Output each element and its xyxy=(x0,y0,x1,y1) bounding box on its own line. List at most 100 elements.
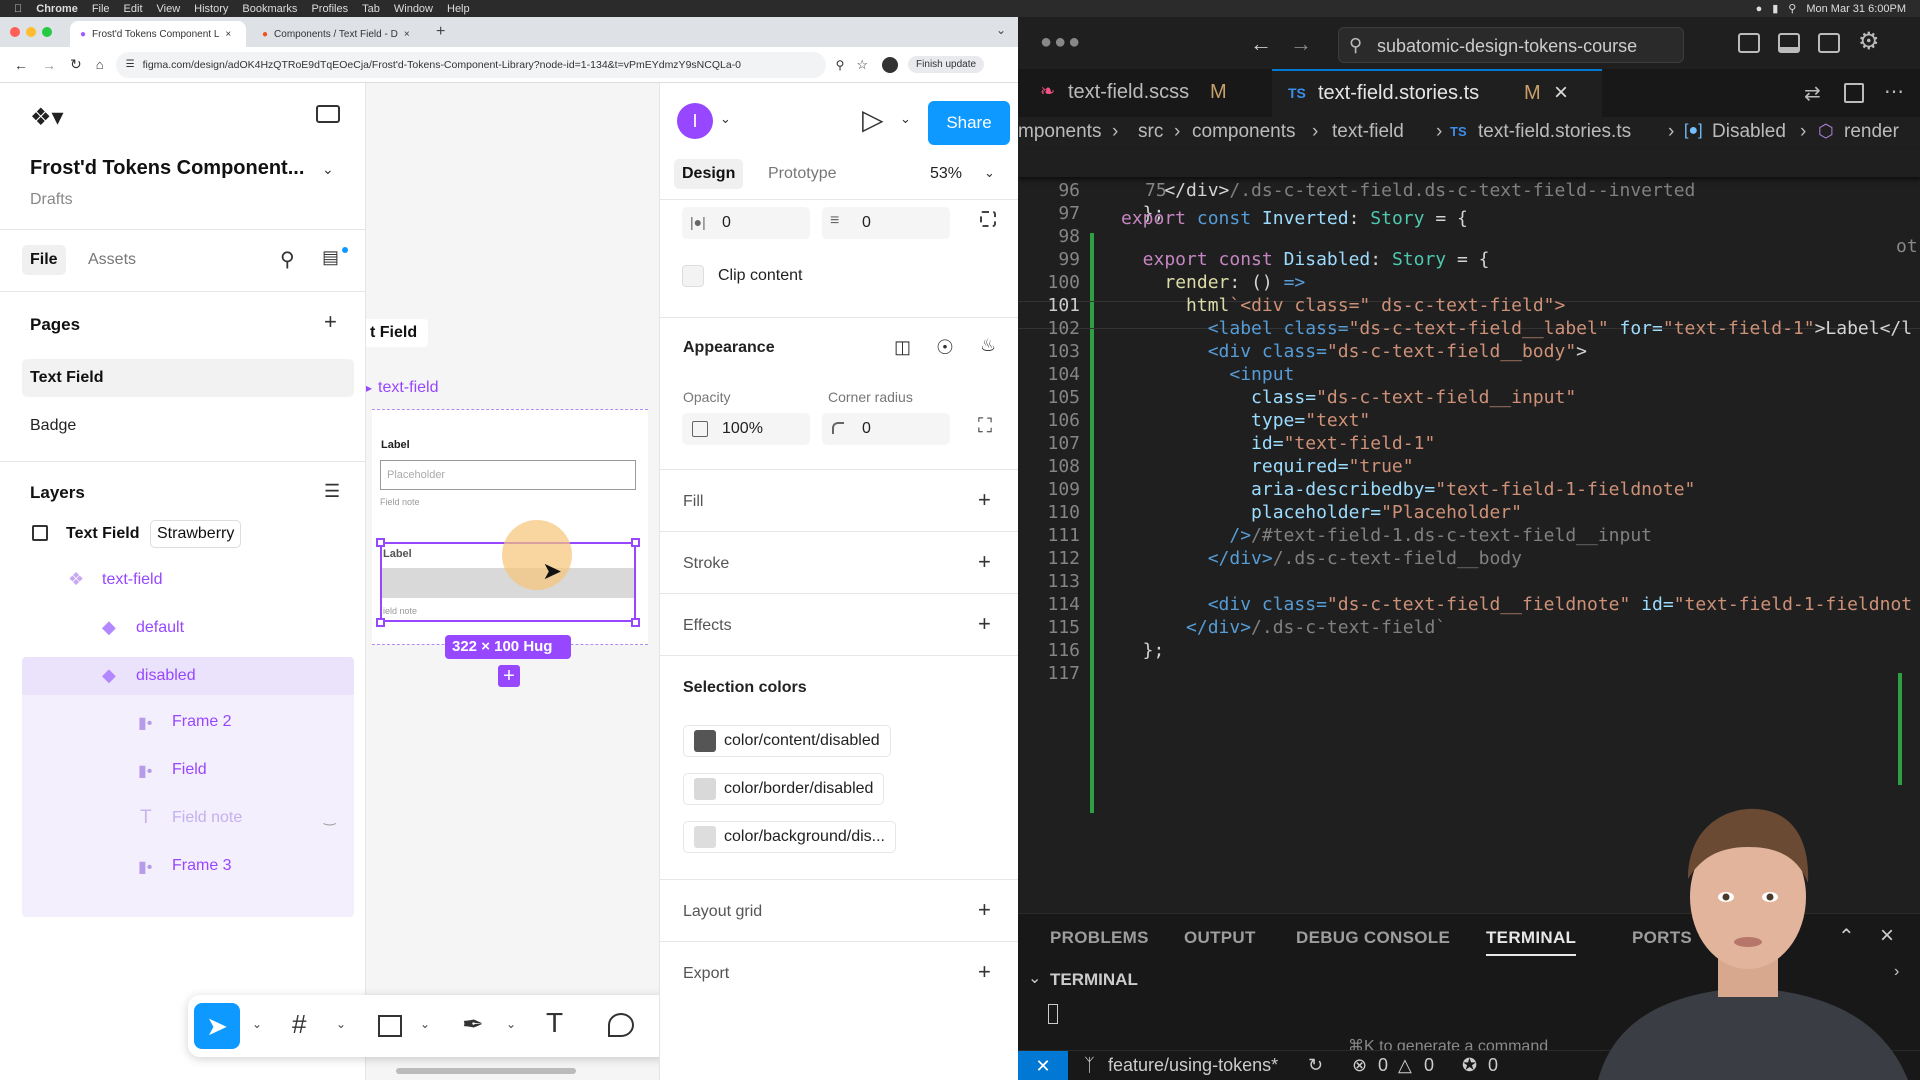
panel-tab-output[interactable]: OUTPUT xyxy=(1184,928,1256,948)
warning-count[interactable]: 0 xyxy=(1424,1055,1434,1076)
independent-corners-icon[interactable]: ⛶ xyxy=(978,415,992,438)
selection-color-border-disabled[interactable]: color/border/disabled xyxy=(683,773,885,805)
close-window-button[interactable] xyxy=(10,27,20,37)
breadcrumb-item[interactable]: render xyxy=(1844,121,1899,143)
drafts-label[interactable]: Drafts xyxy=(30,191,73,209)
tab-search-icon[interactable]: ⌄ xyxy=(996,23,1006,37)
user-avatar[interactable]: I xyxy=(677,103,713,139)
page-item-text-field[interactable]: Text Field xyxy=(22,359,354,397)
layer-component-set[interactable]: ❖ text-field xyxy=(22,561,354,601)
resize-handle[interactable] xyxy=(631,538,640,547)
present-chevron-icon[interactable]: ⌄ xyxy=(900,111,911,127)
toggle-sidebar-icon[interactable] xyxy=(316,105,340,123)
toggle-primary-sidebar-icon[interactable] xyxy=(1738,33,1760,53)
panel-tab-debug-console[interactable]: DEBUG CONSOLE xyxy=(1296,928,1450,948)
minimize-window-button[interactable] xyxy=(26,27,36,37)
add-page-icon[interactable]: + xyxy=(324,311,337,333)
address-field[interactable]: ☰ figma.com/design/adOK4HzQTRoE9dTqEOeCj… xyxy=(115,51,826,78)
close-tab-icon[interactable]: × xyxy=(1554,79,1568,107)
browser-tab-figma-library[interactable]: ● Frost'd Tokens Component L × xyxy=(70,21,246,47)
compare-changes-icon[interactable]: ⇄ xyxy=(1804,81,1821,106)
breadcrumb-item[interactable]: src xyxy=(1138,121,1163,143)
resize-handle[interactable] xyxy=(376,618,385,627)
corner-radius-field[interactable]: 0 xyxy=(822,413,950,445)
nav-back-icon[interactable]: ← xyxy=(1250,31,1272,57)
wifi-icon[interactable]: ● xyxy=(1756,3,1763,15)
library-icon[interactable]: ▤ xyxy=(322,247,339,268)
variable-mode-icon[interactable]: ◫ xyxy=(894,337,911,358)
breadcrumb-item[interactable]: mponents xyxy=(1018,121,1101,143)
add-layout-grid-icon[interactable]: + xyxy=(978,899,991,921)
line-number[interactable]: 117 xyxy=(1018,660,1080,688)
move-tool[interactable]: ➤ xyxy=(194,1003,240,1049)
tab-file[interactable]: File xyxy=(22,245,66,275)
clip-content-checkbox[interactable] xyxy=(682,265,704,287)
terminal-actions-icon[interactable]: › xyxy=(1894,963,1899,981)
apple-icon[interactable]:  xyxy=(14,3,22,15)
breadcrumb-item[interactable]: text-field.stories.ts xyxy=(1478,121,1631,143)
menu-edit[interactable]: Edit xyxy=(124,3,143,15)
error-count[interactable]: 0 xyxy=(1378,1055,1388,1076)
toggle-secondary-sidebar-icon[interactable] xyxy=(1818,33,1840,53)
avatar-chevron-icon[interactable]: ⌄ xyxy=(720,111,731,127)
breadcrumb-item[interactable]: components xyxy=(1192,121,1296,143)
layer-variant-disabled[interactable]: ◆ disabled xyxy=(22,657,354,695)
editor-tab-scss[interactable]: ❧ text-field.scss M xyxy=(1018,69,1272,117)
frame-tool-chevron-icon[interactable]: ⌄ xyxy=(336,1017,346,1031)
resize-handle[interactable] xyxy=(631,618,640,627)
file-title-chevron-icon[interactable]: ⌄ xyxy=(322,161,334,178)
menu-app[interactable]: Chrome xyxy=(36,3,78,15)
layer-frame-3[interactable]: ▮• Frame 3 xyxy=(22,849,354,887)
editor-tab-stories[interactable]: TS text-field.stories.ts M × xyxy=(1272,69,1602,117)
menu-history[interactable]: History xyxy=(194,3,228,15)
menu-view[interactable]: View xyxy=(157,3,181,15)
code-line[interactable]: 117 xyxy=(1018,660,1920,688)
add-fill-icon[interactable]: + xyxy=(978,489,991,511)
panel-tab-terminal[interactable]: TERMINAL xyxy=(1486,928,1577,956)
close-tab-icon[interactable]: × xyxy=(404,29,410,40)
search-layers-icon[interactable]: ⚲ xyxy=(280,247,295,272)
resizing-icon[interactable] xyxy=(980,211,996,227)
panel-tab-problems[interactable]: PROBLEMS xyxy=(1050,928,1149,948)
menu-help[interactable]: Help xyxy=(447,3,470,15)
vertical-gap-field[interactable]: ≡ 0 xyxy=(822,207,950,239)
search-icon[interactable]: ⚲ xyxy=(1788,2,1796,15)
comment-tool-icon[interactable] xyxy=(608,1013,634,1037)
tab-assets[interactable]: Assets xyxy=(88,251,136,269)
browser-tab-components[interactable]: ● Components / Text Field - D × xyxy=(252,21,428,47)
home-icon[interactable]: ⌂ xyxy=(96,57,104,72)
text-tool-icon[interactable]: T xyxy=(546,1007,563,1039)
component-set-label[interactable]: text-field xyxy=(378,379,438,397)
remote-indicator[interactable]: ✕ xyxy=(1018,1051,1068,1080)
share-button[interactable]: Share xyxy=(928,101,1010,145)
ports-count[interactable]: 0 xyxy=(1488,1055,1498,1076)
menu-file[interactable]: File xyxy=(92,3,110,15)
clock[interactable]: Mon Mar 31 6:00PM xyxy=(1806,3,1906,15)
breadcrumb-item[interactable]: text-field xyxy=(1332,121,1404,143)
breadcrumb-item[interactable]: Disabled xyxy=(1712,121,1786,143)
pen-tool-chevron-icon[interactable]: ⌄ xyxy=(506,1017,516,1031)
profile-avatar[interactable] xyxy=(882,56,899,73)
resize-handle[interactable] xyxy=(376,538,385,547)
move-tool-chevron-icon[interactable]: ⌄ xyxy=(252,1017,262,1031)
opacity-field[interactable]: 100% xyxy=(682,413,810,445)
menu-window[interactable]: Window xyxy=(394,3,433,15)
code-editor[interactable]: 75 export const Inverted: Story = { ot 9… xyxy=(1018,149,1920,829)
back-icon[interactable]: ← xyxy=(14,57,28,73)
rectangle-tool-chevron-icon[interactable]: ⌄ xyxy=(420,1017,430,1031)
menu-tab[interactable]: Tab xyxy=(362,3,380,15)
tab-prototype[interactable]: Prototype xyxy=(768,165,836,183)
finish-update-button[interactable]: Finish update xyxy=(908,56,985,73)
zoom-chevron-icon[interactable]: ⌄ xyxy=(984,165,995,181)
visibility-eye-icon[interactable]: ☉ xyxy=(936,335,954,360)
layer-field[interactable]: ▮• Field xyxy=(22,753,354,791)
add-variant-button[interactable]: + xyxy=(498,665,520,687)
terminal-cursor[interactable] xyxy=(1048,1004,1058,1024)
more-actions-icon[interactable]: ⋯ xyxy=(1884,79,1904,104)
selection-color-background-disabled[interactable]: color/background/dis... xyxy=(683,821,896,853)
tab-design[interactable]: Design xyxy=(674,159,744,189)
figma-main-menu-icon[interactable]: ❖▾ xyxy=(30,103,64,132)
maximize-window-button[interactable] xyxy=(42,27,52,37)
file-title[interactable]: Frost'd Tokens Component... xyxy=(30,157,304,180)
layer-text-field-frame[interactable]: Text Field Strawberry xyxy=(22,515,354,555)
